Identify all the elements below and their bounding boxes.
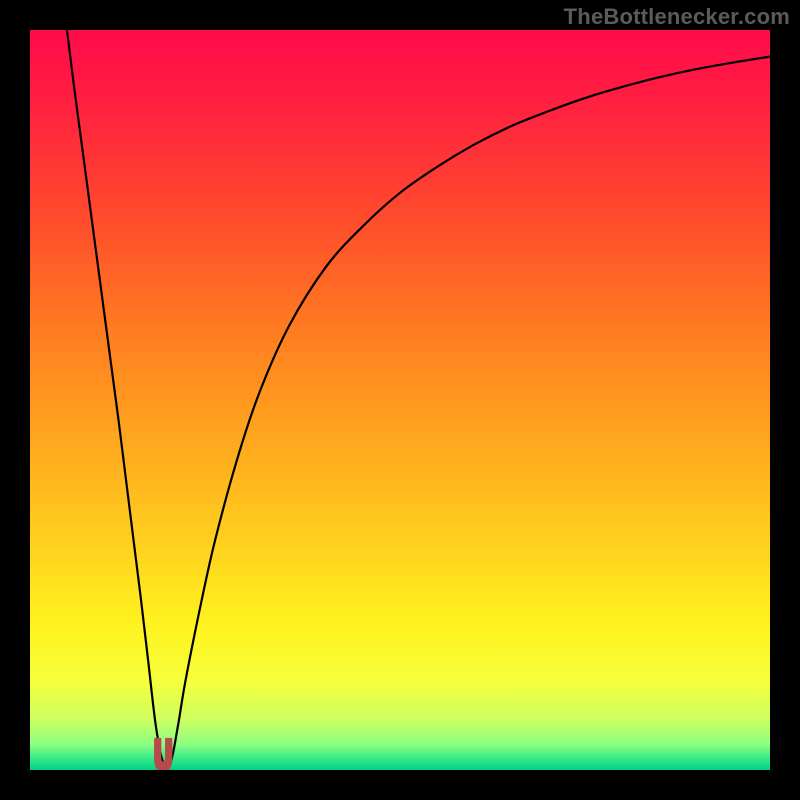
watermark-text: TheBottlenecker.com: [564, 4, 790, 30]
chart-frame: TheBottlenecker.com: [0, 0, 800, 800]
plot-area: [30, 30, 770, 770]
chart-svg: [30, 30, 770, 770]
gradient-background: [30, 30, 770, 770]
